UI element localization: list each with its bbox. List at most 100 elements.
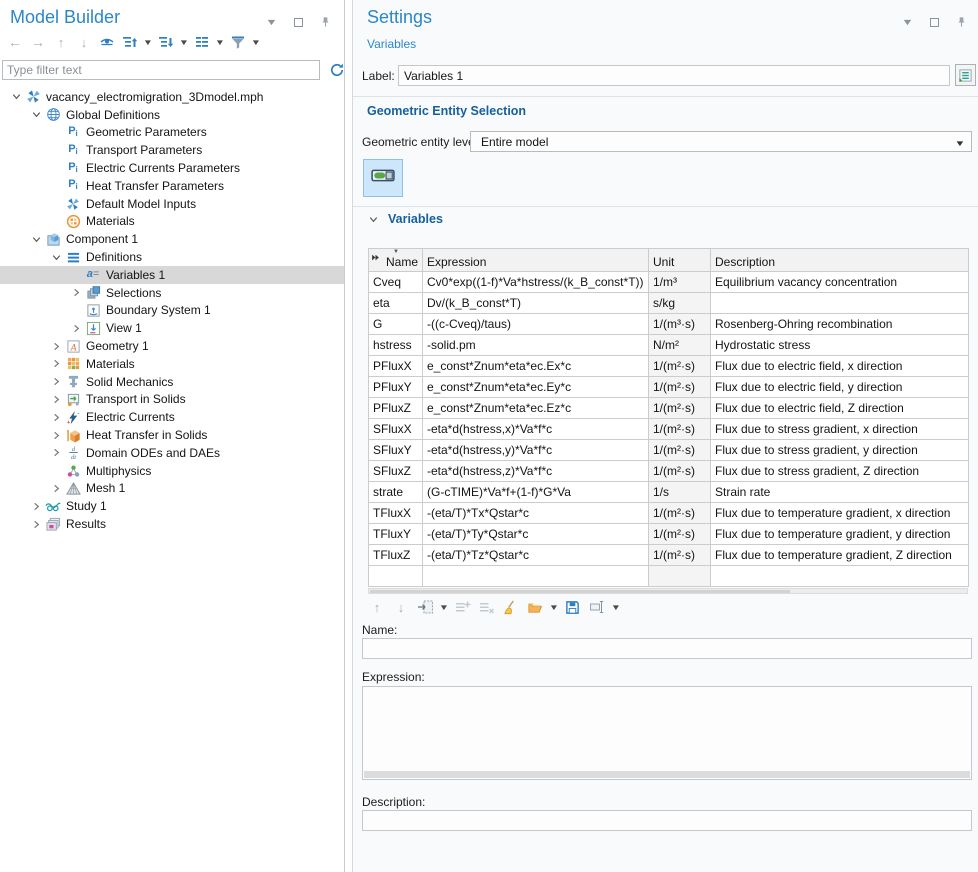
- chevron-right-icon[interactable]: [48, 376, 65, 388]
- edit-field-icon[interactable]: [588, 598, 606, 616]
- tree-item-component-1[interactable]: Component 1: [0, 230, 344, 248]
- expression-cell[interactable]: e_const*Znum*eta*ec.Ex*c: [423, 356, 649, 377]
- tree-item-materials[interactable]: Materials: [0, 355, 344, 373]
- caret-down-icon[interactable]: ▼: [898, 13, 916, 31]
- description-cell[interactable]: Strain rate: [711, 482, 969, 503]
- unit-cell[interactable]: 1/(m³·s): [649, 314, 711, 335]
- name-cell[interactable]: strate: [369, 482, 423, 503]
- tree-item-view-1[interactable]: View 1: [0, 319, 344, 337]
- refresh-icon[interactable]: [328, 61, 345, 78]
- description-cell[interactable]: Hydrostatic stress: [711, 335, 969, 356]
- unit-cell[interactable]: 1/s: [649, 482, 711, 503]
- name-input[interactable]: [362, 638, 972, 659]
- expression-cell[interactable]: -eta*d(hstress,z)*Va*f*c: [423, 461, 649, 482]
- move-to-icon[interactable]: [416, 598, 434, 616]
- expression-cell[interactable]: -eta*d(hstress,y)*Va*f*c: [423, 440, 649, 461]
- tree-item-heat-transfer-parameters[interactable]: PiHeat Transfer Parameters: [0, 177, 344, 195]
- expression-textarea[interactable]: [362, 686, 972, 780]
- chevron-right-icon[interactable]: [28, 518, 45, 530]
- move-down-icon[interactable]: ↓: [392, 598, 410, 616]
- chevron-right-icon[interactable]: [68, 287, 85, 299]
- tree-item-results[interactable]: Results: [0, 515, 344, 533]
- tree-item-multiphysics[interactable]: Multiphysics: [0, 462, 344, 480]
- tree-item-variables-1[interactable]: a=Variables 1: [0, 266, 344, 284]
- tree-item-domain-odes-and-daes[interactable]: ddtDomain ODEs and DAEs: [0, 444, 344, 462]
- column-header-name[interactable]: ▼Name: [369, 249, 423, 272]
- tree-item-transport-parameters[interactable]: PiTransport Parameters: [0, 141, 344, 159]
- description-cell[interactable]: [711, 566, 969, 587]
- show-icon[interactable]: [98, 33, 116, 51]
- description-cell[interactable]: Flux due to temperature gradient, Z dire…: [711, 545, 969, 566]
- move-up-icon[interactable]: ↑: [52, 33, 70, 51]
- name-cell[interactable]: PFluxY: [369, 377, 423, 398]
- unit-cell[interactable]: 1/(m²·s): [649, 356, 711, 377]
- section-variables-header[interactable]: Variables: [365, 212, 443, 226]
- name-cell[interactable]: hstress: [369, 335, 423, 356]
- tree-item-mesh-1[interactable]: Mesh 1: [0, 480, 344, 498]
- tree-item-materials[interactable]: Materials: [0, 213, 344, 231]
- tree-item-heat-transfer-in-solids[interactable]: Heat Transfer in Solids: [0, 426, 344, 444]
- table-horizontal-scrollbar[interactable]: [368, 588, 968, 594]
- chevron-right-icon[interactable]: [48, 411, 65, 423]
- name-cell[interactable]: Cveq: [369, 272, 423, 293]
- tree-item-study-1[interactable]: Study 1: [0, 497, 344, 515]
- dropdown-caret-icon[interactable]: ▼: [215, 38, 225, 47]
- chevron-right-icon[interactable]: [48, 482, 65, 494]
- name-cell[interactable]: TFluxY: [369, 524, 423, 545]
- description-cell[interactable]: Equilibrium vacancy concentration: [711, 272, 969, 293]
- tree-item-vacancy-electromigration-3dmodel-mph[interactable]: vacancy_electromigration_3Dmodel.mph: [0, 88, 344, 106]
- expression-cell[interactable]: [423, 566, 649, 587]
- save-file-icon[interactable]: [564, 598, 582, 616]
- chevron-down-icon[interactable]: [365, 213, 382, 225]
- chevron-right-icon[interactable]: [28, 500, 45, 512]
- chevron-right-icon[interactable]: [68, 322, 85, 334]
- name-cell[interactable]: PFluxZ: [369, 398, 423, 419]
- name-cell[interactable]: TFluxZ: [369, 545, 423, 566]
- geometric-entity-level-select[interactable]: Entire model ▼: [470, 131, 972, 152]
- dropdown-caret-icon[interactable]: ▼: [179, 38, 189, 47]
- tree-item-transport-in-solids[interactable]: Transport in Solids: [0, 391, 344, 409]
- delete-row-icon[interactable]: [478, 598, 496, 616]
- unit-cell[interactable]: 1/(m²·s): [649, 440, 711, 461]
- description-input[interactable]: [362, 810, 972, 831]
- dropdown-caret-icon[interactable]: ▼: [549, 603, 559, 612]
- caret-down-icon[interactable]: ▼: [262, 13, 280, 31]
- unit-cell[interactable]: s/kg: [649, 293, 711, 314]
- name-cell[interactable]: PFluxX: [369, 356, 423, 377]
- settings-subtitle-link[interactable]: Variables: [367, 37, 416, 51]
- skip-icon[interactable]: [371, 251, 380, 265]
- expression-cell[interactable]: Dv/(k_B_const*T): [423, 293, 649, 314]
- expression-cell[interactable]: -solid.pm: [423, 335, 649, 356]
- tree-display-icon[interactable]: [193, 33, 211, 51]
- expression-cell[interactable]: -(eta/T)*Tx*Qstar*c: [423, 503, 649, 524]
- chevron-right-icon[interactable]: [48, 358, 65, 370]
- filter-input[interactable]: [2, 60, 320, 80]
- description-cell[interactable]: Flux due to stress gradient, x direction: [711, 419, 969, 440]
- chevron-down-icon[interactable]: [8, 91, 25, 103]
- description-cell[interactable]: Flux due to stress gradient, Z direction: [711, 461, 969, 482]
- column-header-expression[interactable]: Expression: [423, 249, 649, 272]
- expression-cell[interactable]: e_const*Znum*eta*ec.Ey*c: [423, 377, 649, 398]
- name-cell[interactable]: SFluxY: [369, 440, 423, 461]
- expand-all-icon[interactable]: [121, 33, 139, 51]
- tree-item-default-model-inputs[interactable]: Default Model Inputs: [0, 195, 344, 213]
- unit-cell[interactable]: 1/m³: [649, 272, 711, 293]
- chevron-down-icon[interactable]: [28, 233, 45, 245]
- dropdown-caret-icon[interactable]: ▼: [439, 603, 449, 612]
- description-cell[interactable]: Flux due to electric field, y direction: [711, 377, 969, 398]
- tree-item-boundary-system-1[interactable]: Boundary System 1: [0, 302, 344, 320]
- clear-table-icon[interactable]: [502, 598, 520, 616]
- tree-item-global-definitions[interactable]: Global Definitions: [0, 106, 344, 124]
- dropdown-caret-icon[interactable]: ▼: [611, 603, 621, 612]
- expression-cell[interactable]: -((c-Cveq)/taus): [423, 314, 649, 335]
- unit-cell[interactable]: 1/(m²·s): [649, 545, 711, 566]
- expression-cell[interactable]: -(eta/T)*Tz*Qstar*c: [423, 545, 649, 566]
- column-header-unit[interactable]: Unit: [649, 249, 711, 272]
- unit-cell[interactable]: 1/(m²·s): [649, 503, 711, 524]
- description-cell[interactable]: Flux due to temperature gradient, x dire…: [711, 503, 969, 524]
- name-cell[interactable]: SFluxX: [369, 419, 423, 440]
- chevron-down-icon[interactable]: [28, 109, 45, 121]
- chevron-right-icon[interactable]: [48, 393, 65, 405]
- chevron-down-icon[interactable]: [48, 251, 65, 263]
- pin-icon[interactable]: [952, 13, 970, 31]
